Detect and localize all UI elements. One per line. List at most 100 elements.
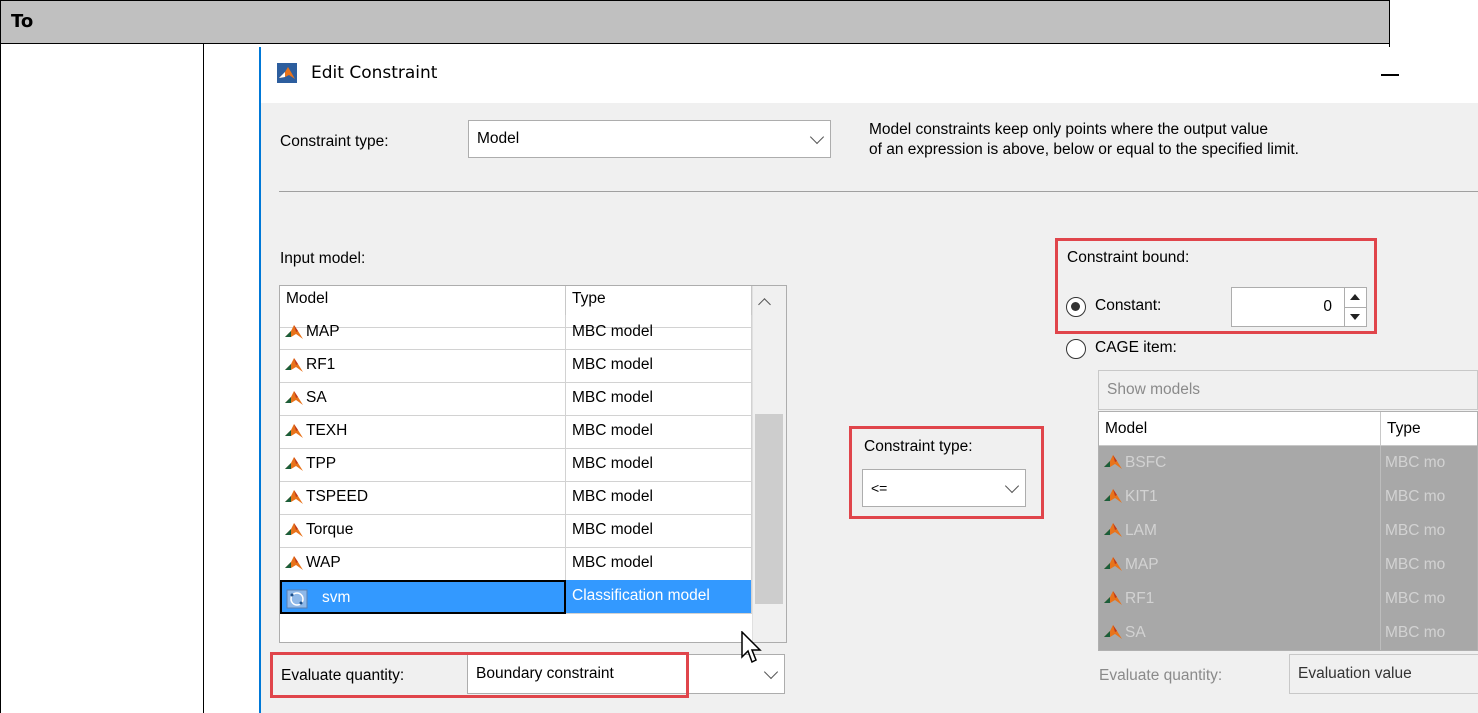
description-line-2: of an expression is above, below or equa… <box>869 141 1299 158</box>
table-vertical-scrollbar[interactable] <box>752 286 786 642</box>
model-name: SA <box>306 389 327 406</box>
matlab-model-icon <box>285 490 303 504</box>
type-cell: MBC model <box>566 415 752 449</box>
matlab-model-icon <box>1104 591 1122 605</box>
matlab-model-icon <box>1104 625 1122 639</box>
mouse-cursor-icon <box>741 631 762 664</box>
cage-model-cell: LAM <box>1099 514 1381 548</box>
type-cell: MBC model <box>566 448 752 482</box>
cage-table-row: SA MBC mo <box>1099 616 1477 650</box>
cage-item-table: Model Type BSFC MBC mo KIT1 MBC mo LAM MBC mo… <box>1098 411 1478 651</box>
cage-model-cell: SA <box>1099 616 1381 650</box>
input-model-table[interactable]: Model Type LAM MBC model Model Type MAPM… <box>279 285 787 643</box>
table-row[interactable]: MAP MBC model <box>280 316 752 350</box>
table-row[interactable]: WAP MBC model <box>280 547 752 581</box>
table-header-model-overlay: Model <box>280 286 566 315</box>
doc-left-cell <box>0 43 204 713</box>
minimize-icon[interactable] <box>1381 74 1399 76</box>
type-cell: MBC model <box>566 382 752 416</box>
matlab-model-icon <box>1104 557 1122 571</box>
model-name: WAP <box>306 554 341 571</box>
cage-model-name: RF1 <box>1125 590 1155 607</box>
input-model-label: Input model: <box>280 250 366 267</box>
table-header-type-overlay: Type <box>566 286 752 315</box>
matlab-app-icon <box>277 63 297 83</box>
matlab-model-icon <box>285 523 303 537</box>
cage-type-cell: MBC mo <box>1381 514 1477 548</box>
doc-header-title: To <box>11 11 34 32</box>
type-cell: MBC model <box>566 481 752 515</box>
cage-type-cell: MBC mo <box>1381 582 1477 616</box>
cage-item-radio[interactable] <box>1066 339 1086 359</box>
table-row[interactable]: SA MBC model <box>280 382 752 416</box>
show-models-dropdown: Show models <box>1098 370 1478 410</box>
cage-table-row: LAM MBC mo <box>1099 514 1477 548</box>
table-row[interactable]: TEXH MBC model <box>280 415 752 449</box>
cage-table-row: RF1 MBC mo <box>1099 582 1477 616</box>
edit-constraint-dialog: Edit Constraint Constraint type: Model M… <box>259 47 1478 713</box>
model-cell: WAP <box>280 547 566 581</box>
right-evaluate-quantity-dropdown: Evaluation value <box>1289 654 1478 694</box>
right-evaluate-quantity-value: Evaluation value <box>1298 665 1412 682</box>
model-cell: svm <box>280 580 566 614</box>
dialog-titlebar: Edit Constraint <box>261 47 1478 103</box>
cage-type-cell: MBC mo <box>1381 446 1477 480</box>
model-name: TSPEED <box>306 488 369 505</box>
cage-model-name: SA <box>1125 624 1146 641</box>
table-row[interactable]: svm Classification model <box>280 580 752 614</box>
model-name: svm <box>322 589 351 606</box>
highlight-constraint-bound <box>1055 238 1377 334</box>
cage-type-cell: MBC mo <box>1381 616 1477 650</box>
cage-table-header-model: Model <box>1099 412 1381 446</box>
cage-table-header-type: Type <box>1381 412 1477 446</box>
doc-table-header: To <box>0 0 1390 44</box>
model-cell: Torque <box>280 514 566 548</box>
cage-table-row: KIT1 MBC mo <box>1099 480 1477 514</box>
model-name: RF1 <box>306 356 336 373</box>
chevron-down-icon <box>763 664 779 680</box>
highlight-constraint-type <box>849 426 1044 519</box>
chevron-down-icon <box>809 129 825 145</box>
dialog-title: Edit Constraint <box>311 63 438 83</box>
type-cell: Classification model <box>566 580 752 614</box>
matlab-model-icon <box>285 457 303 471</box>
right-evaluate-quantity-label: Evaluate quantity: <box>1099 667 1223 684</box>
matlab-model-icon <box>285 358 303 372</box>
cage-model-cell: BSFC <box>1099 446 1381 480</box>
cage-table-row: MAP MBC mo <box>1099 548 1477 582</box>
cage-model-name: MAP <box>1125 556 1159 573</box>
cage-model-name: KIT1 <box>1125 488 1158 505</box>
matlab-model-icon <box>1104 455 1122 469</box>
cage-table-row: BSFC MBC mo <box>1099 446 1477 480</box>
type-cell: MBC model <box>566 514 752 548</box>
model-name: TPP <box>306 455 337 472</box>
separator <box>279 191 1478 192</box>
table-row[interactable]: RF1 MBC model <box>280 349 752 383</box>
table-row[interactable]: Torque MBC model <box>280 514 752 548</box>
matlab-model-icon <box>285 556 303 570</box>
model-cell: MAP <box>280 316 566 350</box>
matlab-model-icon <box>285 424 303 438</box>
model-cell: TEXH <box>280 415 566 449</box>
cage-type-cell: MBC mo <box>1381 548 1477 582</box>
model-cell: TPP <box>280 448 566 482</box>
type-cell: MBC model <box>566 547 752 581</box>
constraint-type-dropdown[interactable]: Model <box>468 120 831 158</box>
model-name: MAP <box>306 323 340 340</box>
model-cell: TSPEED <box>280 481 566 515</box>
show-models-value: Show models <box>1107 381 1201 398</box>
model-cell: SA <box>280 382 566 416</box>
table-row[interactable]: TSPEED MBC model <box>280 481 752 515</box>
cage-model-cell: RF1 <box>1099 582 1381 616</box>
scroll-up-icon[interactable] <box>758 298 771 311</box>
cage-type-cell: MBC mo <box>1381 480 1477 514</box>
type-cell: MBC model <box>566 349 752 383</box>
scroll-thumb[interactable] <box>755 414 783 604</box>
model-cell: RF1 <box>280 349 566 383</box>
cage-model-cell: MAP <box>1099 548 1381 582</box>
model-name: Torque <box>306 521 354 538</box>
cage-model-name: BSFC <box>1125 454 1167 471</box>
matlab-model-icon <box>1104 489 1122 503</box>
table-row[interactable]: TPP MBC model <box>280 448 752 482</box>
matlab-model-icon <box>1104 523 1122 537</box>
